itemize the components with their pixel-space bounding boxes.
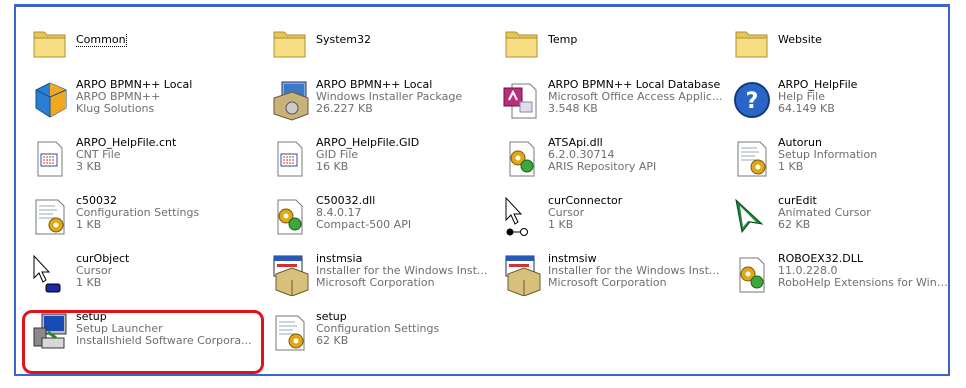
file-item-atsapi-dll[interactable]: ATSApi.dll 6.2.0.30714 ARIS Repository API <box>498 134 724 186</box>
file-name: ROBOEX32.DLL <box>778 253 864 265</box>
file-name: instmsia <box>316 253 363 265</box>
file-size: 1 KB <box>778 161 804 173</box>
file-item-helpfile-cnt[interactable]: ARPO_HelpFile.cnt CNT File 3 KB <box>26 134 252 186</box>
file-size: 62 KB <box>316 335 349 347</box>
animated-cursor-icon <box>730 194 774 238</box>
file-item-temp[interactable]: Temp <box>498 18 724 70</box>
cursor-object-icon <box>28 252 72 296</box>
svg-text:?: ? <box>746 89 759 114</box>
file-type: Help File <box>778 91 825 103</box>
file-size: 62 KB <box>778 219 811 231</box>
folder-icon <box>730 20 774 64</box>
file-description: ARIS Repository API <box>548 161 657 173</box>
file-name: C50032.dll <box>316 195 376 207</box>
file-item-arpo-database[interactable]: ARPO BPMN++ Local Database Microsoft Offi… <box>498 76 724 128</box>
file-name: c50032 <box>76 195 118 207</box>
file-type: CNT File <box>76 149 121 161</box>
file-item-arpo-bpmn-local-exe[interactable]: ARPO BPMN++ Local ARPO BPMN++ Klug Solutio… <box>26 76 252 128</box>
file-name: Common <box>76 34 127 47</box>
file-size: 1 KB <box>76 219 102 231</box>
file-item-autorun[interactable]: Autorun Setup Information 1 KB <box>728 134 954 186</box>
file-item-instmsia[interactable]: instmsia Installer for the Windows Inst..… <box>266 250 492 302</box>
file-name: Temp <box>548 34 578 46</box>
cube-application-icon <box>28 78 72 122</box>
file-name: Website <box>778 34 822 46</box>
file-version: 11.0.228.0 <box>778 265 838 277</box>
file-name: setup <box>316 311 347 323</box>
file-description: RoboHelp Extensions for WinH... <box>778 277 954 289</box>
installer-package-icon <box>268 78 312 122</box>
dll-gear-icon <box>268 194 312 238</box>
file-item-setup-ini[interactable]: setup Configuration Settings 62 KB <box>266 308 492 360</box>
file-item-c50032-dll[interactable]: C50032.dll 8.4.0.17 Compact-500 API <box>266 192 492 244</box>
file-size: 3 KB <box>76 161 102 173</box>
file-name: Autorun <box>778 137 823 149</box>
file-item-instmsiw[interactable]: instmsiw Installer for the Windows Inst..… <box>498 250 724 302</box>
file-name: curEdit <box>778 195 817 207</box>
file-size: 1 KB <box>76 277 102 289</box>
file-item-c50032[interactable]: c50032 Configuration Settings 1 KB <box>26 192 252 244</box>
folder-icon <box>268 20 312 64</box>
file-item-website[interactable]: Website <box>728 18 954 70</box>
file-name: ARPO_HelpFile <box>778 79 858 91</box>
file-type: Installer for the Windows Inst... <box>316 265 488 277</box>
setup-highlight-box <box>22 310 264 374</box>
file-type: Installer for the Windows Inst... <box>548 265 720 277</box>
file-type: Setup Information <box>778 149 878 161</box>
gid-file-icon <box>268 136 312 180</box>
file-type: GID File <box>316 149 359 161</box>
file-type: Configuration Settings <box>316 323 440 335</box>
file-name: ARPO_HelpFile.cnt <box>76 137 177 149</box>
file-size: 64.149 KB <box>778 103 835 115</box>
file-item-curconnector[interactable]: curConnector Cursor 1 KB <box>498 192 724 244</box>
file-item-system32[interactable]: System32 <box>266 18 492 70</box>
setup-information-icon <box>730 136 774 180</box>
file-item-curedit[interactable]: curEdit Animated Cursor 62 KB <box>728 192 954 244</box>
config-settings-icon <box>268 310 312 354</box>
file-item-arpo-helpfile[interactable]: ? ARPO_HelpFile Help File 64.149 KB <box>728 76 954 128</box>
dll-gear-icon <box>500 136 544 180</box>
file-item-arpo-bpmn-local-msi[interactable]: ARPO BPMN++ Local Windows Installer Packa… <box>266 76 492 128</box>
file-item-common[interactable]: Common <box>26 18 252 70</box>
file-type: Configuration Settings <box>76 207 200 219</box>
cursor-connector-icon <box>500 194 544 238</box>
file-size: 1 KB <box>548 219 574 231</box>
file-description: Compact-500 API <box>316 219 412 231</box>
file-version: 6.2.0.30714 <box>548 149 615 161</box>
file-type: Windows Installer Package <box>316 91 463 103</box>
config-settings-icon <box>28 194 72 238</box>
file-type: ARPO BPMN++ <box>76 91 161 103</box>
file-name: ARPO BPMN++ Local <box>76 79 193 91</box>
file-company: Microsoft Corporation <box>548 277 667 289</box>
folder-icon <box>28 20 72 64</box>
file-item-curobject[interactable]: curObject Cursor 1 KB <box>26 250 252 302</box>
help-file-icon: ? <box>730 78 774 122</box>
dll-gear-icon <box>730 252 774 296</box>
file-name: instmsiw <box>548 253 597 265</box>
file-company: Klug Solutions <box>76 103 155 115</box>
folder-icon <box>500 20 544 64</box>
installer-window-icon <box>268 252 312 296</box>
file-name: ARPO_HelpFile.GID <box>316 137 420 149</box>
file-version: 8.4.0.17 <box>316 207 362 219</box>
file-name: ATSApi.dll <box>548 137 603 149</box>
file-size: 26.227 KB <box>316 103 373 115</box>
file-type: Cursor <box>548 207 585 219</box>
access-database-icon <box>500 78 544 122</box>
file-item-roboex32-dll[interactable]: ROBOEX32.DLL 11.0.228.0 RoboHelp Extension… <box>728 250 954 302</box>
file-name: ARPO BPMN++ Local Database <box>548 79 721 91</box>
installer-window-icon <box>500 252 544 296</box>
file-name: curConnector <box>548 195 623 207</box>
file-name: curObject <box>76 253 130 265</box>
file-size: 3.548 KB <box>548 103 598 115</box>
file-type: Microsoft Office Access Applic... <box>548 91 723 103</box>
file-size: 16 KB <box>316 161 349 173</box>
cnt-file-icon <box>28 136 72 180</box>
file-type: Cursor <box>76 265 113 277</box>
file-item-helpfile-gid[interactable]: ARPO_HelpFile.GID GID File 16 KB <box>266 134 492 186</box>
file-company: Microsoft Corporation <box>316 277 435 289</box>
file-name: ARPO BPMN++ Local <box>316 79 433 91</box>
file-type: Animated Cursor <box>778 207 871 219</box>
file-name: System32 <box>316 34 372 46</box>
